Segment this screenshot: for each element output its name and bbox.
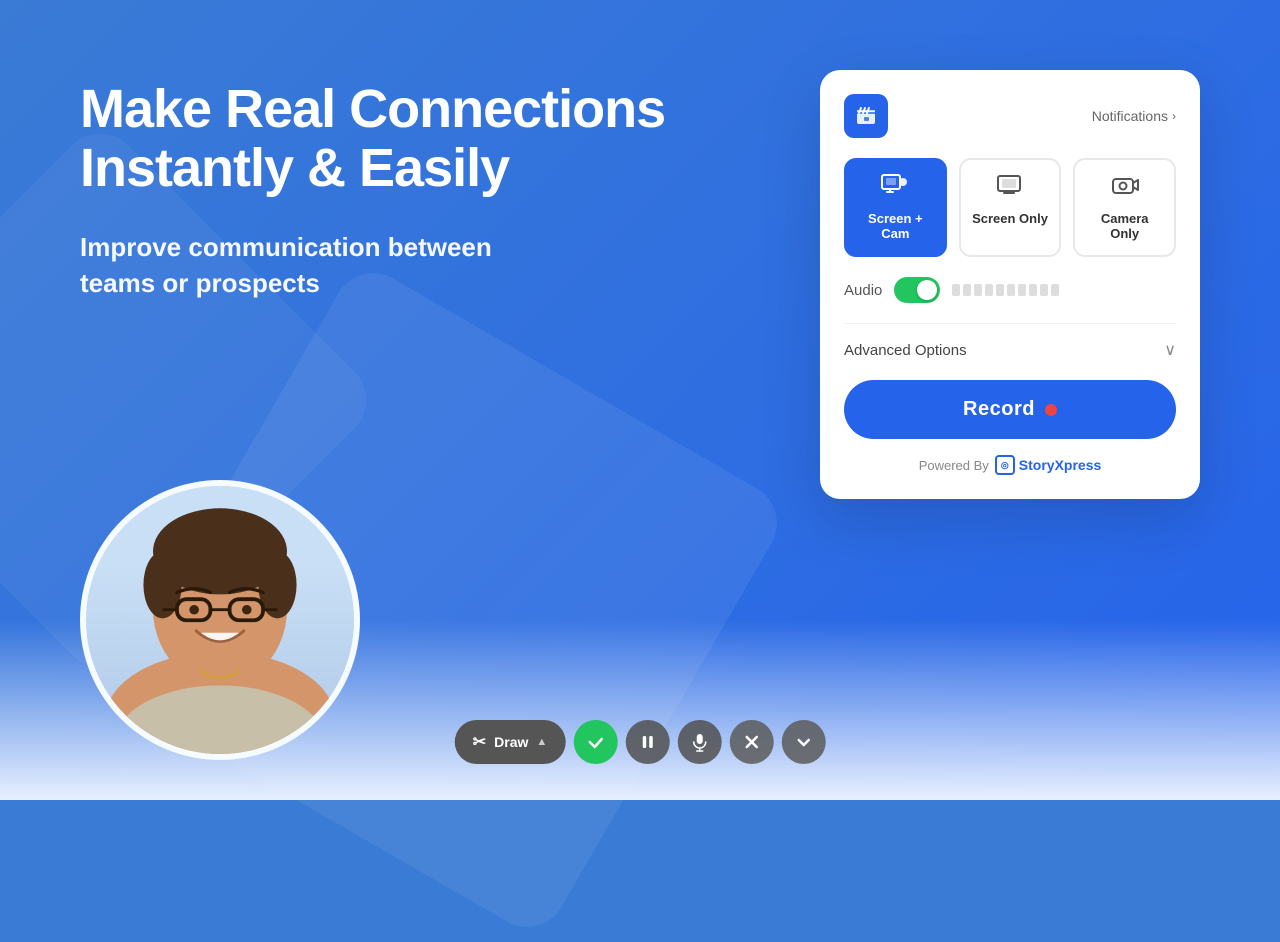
hero-subtitle: Improve communication between teams or p…	[80, 229, 560, 302]
screen-only-label: Screen Only	[972, 211, 1048, 226]
advanced-options-label: Advanced Options	[844, 342, 967, 359]
advanced-options-row[interactable]: Advanced Options ∨	[844, 340, 1176, 360]
camera-only-icon	[1111, 174, 1139, 203]
vol-bar-5	[996, 284, 1004, 296]
volume-bars	[952, 284, 1059, 296]
vol-bar-7	[1018, 284, 1026, 296]
chevron-down-icon	[793, 732, 813, 752]
audio-toggle[interactable]	[894, 277, 940, 303]
vol-bar-9	[1040, 284, 1048, 296]
more-button[interactable]	[781, 720, 825, 764]
recording-card: Notifications › Screen + Cam	[820, 70, 1200, 499]
draw-button[interactable]: ✂ Draw ▲	[455, 720, 566, 764]
vol-bar-10	[1051, 284, 1059, 296]
record-dot-icon	[1045, 404, 1057, 416]
bottom-toolbar: ✂ Draw ▲	[455, 720, 826, 764]
vol-bar-3	[974, 284, 982, 296]
pause-icon	[637, 732, 657, 752]
mic-button[interactable]	[677, 720, 721, 764]
vol-bar-2	[963, 284, 971, 296]
scissors-icon: ✂	[473, 732, 486, 752]
person-svg	[86, 486, 354, 754]
mode-camera-only-button[interactable]: Camera Only	[1073, 158, 1176, 257]
audio-label: Audio	[844, 282, 882, 299]
mode-screen-only-button[interactable]: Screen Only	[959, 158, 1062, 257]
camera-only-label: Camera Only	[1085, 211, 1164, 241]
vol-bar-8	[1029, 284, 1037, 296]
mode-screen-cam-button[interactable]: Screen + Cam	[844, 158, 947, 257]
vol-bar-4	[985, 284, 993, 296]
app-logo-icon	[844, 94, 888, 138]
microphone-icon	[689, 732, 709, 752]
vol-bar-6	[1007, 284, 1015, 296]
mode-buttons-group: Screen + Cam Screen Only	[844, 158, 1176, 257]
screen-only-icon	[996, 174, 1024, 203]
screen-cam-icon	[881, 174, 909, 203]
left-section: Make Real Connections Instantly & Easily…	[80, 60, 820, 302]
card-header: Notifications ›	[844, 94, 1176, 138]
notifications-link[interactable]: Notifications ›	[1092, 108, 1176, 124]
record-button[interactable]: Record	[844, 380, 1176, 439]
person-image	[86, 486, 354, 754]
avatar-circle	[80, 480, 360, 760]
check-icon	[585, 732, 605, 752]
powered-by: Powered By ◎ StoryXpress	[844, 455, 1176, 475]
toggle-knob	[917, 280, 937, 300]
advanced-options-chevron-icon: ∨	[1164, 340, 1176, 360]
audio-section: Audio	[844, 277, 1176, 303]
check-button[interactable]	[573, 720, 617, 764]
vol-bar-1	[952, 284, 960, 296]
close-icon	[741, 732, 761, 752]
storyxpress-logo: ◎ StoryXpress	[995, 455, 1101, 475]
close-button[interactable]	[729, 720, 773, 764]
pause-button[interactable]	[625, 720, 669, 764]
storyxpress-icon: ◎	[995, 455, 1015, 475]
notifications-chevron-icon: ›	[1172, 109, 1176, 123]
right-section: Notifications › Screen + Cam	[820, 60, 1200, 499]
hero-title: Make Real Connections Instantly & Easily	[80, 80, 820, 199]
clapperboard-icon	[854, 104, 878, 128]
screen-cam-label: Screen + Cam	[856, 211, 935, 241]
divider	[844, 323, 1176, 324]
draw-chevron-up-icon: ▲	[536, 736, 547, 748]
